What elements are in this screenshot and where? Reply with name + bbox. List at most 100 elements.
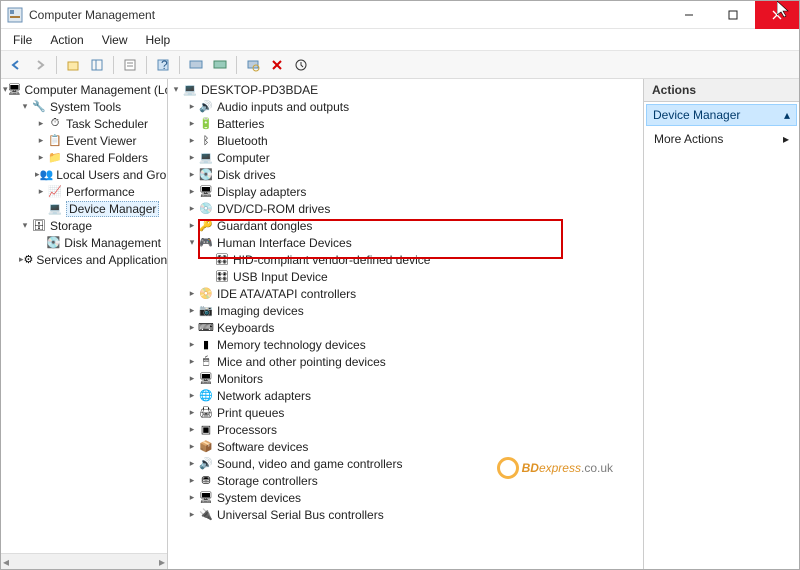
perf-icon: 📈: [47, 184, 63, 200]
tree-services-apps[interactable]: ▸⚙Services and Applications: [19, 251, 165, 268]
properties-button[interactable]: [119, 54, 141, 76]
collapse-icon[interactable]: ▾: [19, 101, 31, 112]
help-button[interactable]: ?: [152, 54, 174, 76]
tree-task-scheduler[interactable]: ▸⏱Task Scheduler: [35, 115, 165, 132]
usb-icon: 🔌: [198, 507, 214, 523]
tree-label: DESKTOP-PD3BDAE: [201, 83, 318, 97]
tree-device-manager[interactable]: 💻Device Manager: [35, 200, 165, 217]
tree-shared-folders[interactable]: ▸📁Shared Folders: [35, 149, 165, 166]
toolbar-separator: [179, 56, 180, 74]
expand-icon[interactable]: ▸: [186, 475, 198, 486]
collapse-icon[interactable]: ▾: [186, 237, 198, 248]
expand-icon[interactable]: ▸: [186, 356, 198, 367]
app-window: Computer Management File Action View Hel…: [0, 0, 800, 570]
tree-label: System devices: [217, 491, 301, 505]
expand-icon[interactable]: ▸: [186, 288, 198, 299]
cat-computer[interactable]: ▸💻Computer: [186, 149, 641, 166]
tree-label: IDE ATA/ATAPI controllers: [217, 287, 356, 301]
expand-icon[interactable]: ▸: [186, 305, 198, 316]
cat-audio[interactable]: ▸🔊Audio inputs and outputs: [186, 98, 641, 115]
maximize-button[interactable]: [711, 1, 755, 29]
computer-icon: 💻: [198, 150, 214, 166]
tree-local-users[interactable]: ▸👥Local Users and Groups: [35, 166, 165, 183]
action-label: More Actions: [654, 132, 723, 146]
tree-storage[interactable]: ▾🗄Storage: [19, 217, 165, 234]
device-root[interactable]: ▾💻DESKTOP-PD3BDAE: [170, 81, 641, 98]
expand-icon[interactable]: ▸: [186, 118, 198, 129]
expand-icon[interactable]: ▸: [186, 390, 198, 401]
cat-usb[interactable]: ▸🔌Universal Serial Bus controllers: [186, 506, 641, 523]
cat-batteries[interactable]: ▸🔋Batteries: [186, 115, 641, 132]
scrollbar-horizontal[interactable]: ◂▸: [1, 553, 167, 569]
update-button[interactable]: [290, 54, 312, 76]
show-hide-button[interactable]: [86, 54, 108, 76]
expand-icon[interactable]: ▸: [35, 152, 47, 163]
console-tree-pane: ▾🖥Computer Management (Local ▾🔧System To…: [1, 79, 168, 569]
tree-performance[interactable]: ▸📈Performance: [35, 183, 165, 200]
action-more-actions[interactable]: More Actions ▸: [644, 128, 799, 150]
expand-icon[interactable]: ▸: [35, 118, 47, 129]
tree-disk-management[interactable]: 💽Disk Management: [35, 234, 165, 251]
cat-ide[interactable]: ▸📀IDE ATA/ATAPI controllers: [186, 285, 641, 302]
highlight-annotation: [198, 219, 563, 259]
monitor2-button[interactable]: [209, 54, 231, 76]
tree-label: Memory technology devices: [217, 338, 366, 352]
actions-context[interactable]: Device Manager ▴: [646, 104, 797, 126]
menu-action[interactable]: Action: [42, 31, 91, 49]
tree-root[interactable]: ▾🖥Computer Management (Local: [3, 81, 165, 98]
expand-icon[interactable]: ▸: [186, 509, 198, 520]
menu-help[interactable]: Help: [138, 31, 179, 49]
menu-file[interactable]: File: [5, 31, 40, 49]
collapse-icon[interactable]: ▾: [19, 220, 31, 231]
dev-usb-input[interactable]: 🎛USB Input Device: [202, 268, 641, 285]
disk-icon: 💽: [198, 167, 214, 183]
close-button[interactable]: [755, 1, 799, 29]
expand-icon[interactable]: ▸: [186, 220, 198, 231]
cat-monitors[interactable]: ▸🖥Monitors: [186, 370, 641, 387]
expand-icon[interactable]: ▸: [186, 458, 198, 469]
cat-mice[interactable]: ▸🖱Mice and other pointing devices: [186, 353, 641, 370]
delete-button[interactable]: [266, 54, 288, 76]
minimize-button[interactable]: [667, 1, 711, 29]
forward-button[interactable]: [29, 54, 51, 76]
collapse-arrow-icon: ▴: [784, 108, 790, 122]
expand-icon[interactable]: ▸: [35, 135, 47, 146]
expand-icon[interactable]: ▸: [186, 152, 198, 163]
menu-view[interactable]: View: [94, 31, 136, 49]
cat-memtech[interactable]: ▸▮Memory technology devices: [186, 336, 641, 353]
content-area: ▾🖥Computer Management (Local ▾🔧System To…: [1, 79, 799, 569]
expand-icon[interactable]: ▸: [186, 203, 198, 214]
cat-keyboards[interactable]: ▸⌨Keyboards: [186, 319, 641, 336]
cat-bluetooth[interactable]: ▸ᛒBluetooth: [186, 132, 641, 149]
cat-printqueues[interactable]: ▸🖨Print queues: [186, 404, 641, 421]
expand-icon[interactable]: ▸: [35, 186, 47, 197]
cat-imaging[interactable]: ▸📷Imaging devices: [186, 302, 641, 319]
cat-software[interactable]: ▸📦Software devices: [186, 438, 641, 455]
up-button[interactable]: [62, 54, 84, 76]
cat-dvd[interactable]: ▸💿DVD/CD-ROM drives: [186, 200, 641, 217]
scan-button[interactable]: [242, 54, 264, 76]
expand-icon[interactable]: ▸: [186, 492, 198, 503]
back-button[interactable]: [5, 54, 27, 76]
expand-icon[interactable]: ▸: [186, 373, 198, 384]
cat-display[interactable]: ▸🖥Display adapters: [186, 183, 641, 200]
toolbar-separator: [146, 56, 147, 74]
expand-icon[interactable]: ▸: [186, 424, 198, 435]
monitor1-button[interactable]: [185, 54, 207, 76]
expand-icon[interactable]: ▸: [186, 169, 198, 180]
cat-system-devices[interactable]: ▸🖥System devices: [186, 489, 641, 506]
expand-icon[interactable]: ▸: [186, 135, 198, 146]
expand-icon[interactable]: ▸: [186, 322, 198, 333]
tree-event-viewer[interactable]: ▸📋Event Viewer: [35, 132, 165, 149]
expand-icon[interactable]: ▸: [186, 339, 198, 350]
expand-icon[interactable]: ▸: [186, 407, 198, 418]
cat-processors[interactable]: ▸▣Processors: [186, 421, 641, 438]
tree-system-tools[interactable]: ▾🔧System Tools: [19, 98, 165, 115]
expand-icon[interactable]: ▸: [186, 101, 198, 112]
expand-icon[interactable]: ▸: [186, 186, 198, 197]
cat-disk-drives[interactable]: ▸💽Disk drives: [186, 166, 641, 183]
expand-icon[interactable]: ▸: [186, 441, 198, 452]
keyboard-icon: ⌨: [198, 320, 214, 336]
collapse-icon[interactable]: ▾: [170, 84, 182, 95]
cat-network[interactable]: ▸🌐Network adapters: [186, 387, 641, 404]
